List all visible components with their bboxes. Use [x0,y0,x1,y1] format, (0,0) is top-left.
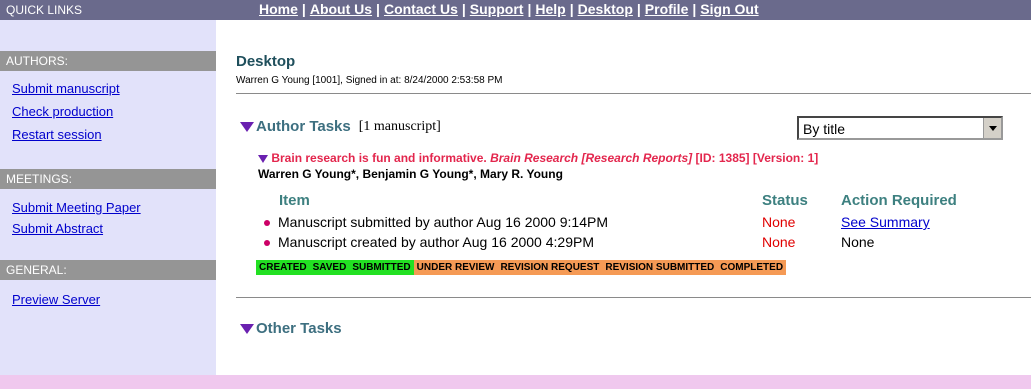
dropdown-button[interactable] [983,118,1001,138]
general-section-title: GENERAL: [0,260,216,280]
meetings-section-title: MEETINGS: [0,169,216,189]
submit-meeting-paper-link[interactable]: Submit Meeting Paper [12,200,141,215]
divider [236,93,1031,94]
stage-completed: COMPLETED [717,260,787,275]
nav-separator: | [376,1,380,17]
submit-manuscript-link[interactable]: Submit manuscript [12,81,120,96]
other-tasks-title[interactable]: Other Tasks [256,320,342,337]
stage-saved: SAVED [309,260,350,275]
quick-links-title: QUICK LINKS [0,0,216,20]
status-value: None [762,234,796,250]
nav-sign-out-link[interactable]: Sign Out [700,1,758,17]
list-item: Manuscript submitted by author Aug 16 20… [264,214,608,230]
nav-separator: | [569,1,574,17]
check-production-link[interactable]: Check production [12,104,113,119]
manuscript-id: [ID: 1385] [695,151,750,165]
page-title: Desktop [236,53,296,70]
item-text: Manuscript created by author Aug 16 2000… [278,234,594,250]
nav-separator: | [636,1,641,17]
triangle-down-icon[interactable] [258,154,268,163]
column-header-status: Status [762,192,808,209]
manuscript-version: [Version: 1] [752,151,819,165]
manuscript-authors: Warren G Young*, Benjamin G Young*, Mary… [258,167,563,181]
submit-abstract-link[interactable]: Submit Abstract [12,221,103,236]
manuscript-title: Brain research is fun and informative. [271,151,487,165]
workflow-status-strip: CREATED SAVED SUBMITTED UNDER REVIEW REVISIO… [256,260,787,275]
bullet-icon [264,220,270,227]
nav-separator: | [301,1,306,17]
status-value: None [762,214,796,230]
triangle-down-icon[interactable] [240,323,254,334]
other-tasks-header[interactable]: Other Tasks [240,320,342,337]
see-summary-link[interactable]: See Summary [841,214,930,230]
nav-desktop-link[interactable]: Desktop [578,1,633,17]
nav-profile-link[interactable]: Profile [645,1,689,17]
nav-help-link[interactable]: Help [535,1,565,17]
column-header-item: Item [279,192,310,209]
author-tasks-header[interactable]: Author Tasks [1 manuscript] [240,118,441,135]
chevron-down-icon [988,126,997,131]
nav-support-link[interactable]: Support [470,1,524,17]
divider [236,297,1031,298]
sort-select[interactable]: By title [797,116,1003,140]
restart-session-link[interactable]: Restart session [12,127,102,142]
manuscript-count: [1 manuscript] [358,118,441,134]
nav-separator: | [692,1,697,17]
author-tasks-title[interactable]: Author Tasks [256,118,351,135]
bullet-icon [264,240,270,247]
stage-submitted: SUBMITTED [349,260,414,275]
stage-revision-submitted: REVISION SUBMITTED [602,260,718,275]
action-value: None [841,234,875,250]
column-header-action: Action Required [841,192,957,209]
stage-under-review: UNDER REVIEW [413,260,498,275]
footer-strip [0,375,1031,389]
sort-select-value: By title [803,121,846,137]
manuscript-title-line[interactable]: Brain research is fun and informative. B… [258,151,818,165]
signin-info: Warren G Young [1001], Signed in at: 8/2… [236,75,503,86]
main-content: Desktop Warren G Young [1001], Signed in… [216,20,1031,375]
nav-separator: | [527,1,532,17]
triangle-down-icon[interactable] [240,121,254,132]
stage-revision-request: REVISION REQUEST [497,260,603,275]
list-item: Manuscript created by author Aug 16 2000… [264,234,594,250]
nav-separator: | [461,1,466,17]
authors-section-title: AUTHORS: [0,51,216,71]
top-nav-links: Home | About Us | Contact Us | Support | Help | De… [259,1,759,17]
journal-name: Brain Research [Research Reports] [490,151,693,165]
nav-home-link[interactable]: Home [259,1,298,17]
nav-about-us-link[interactable]: About Us [310,1,372,17]
preview-server-link[interactable]: Preview Server [12,292,100,307]
item-text: Manuscript submitted by author Aug 16 20… [278,214,608,230]
sidebar: QUICK LINKS AUTHORS: Submit manuscript C… [0,0,216,375]
top-nav-bar: Home | About Us | Contact Us | Support | Help | De… [216,0,1031,20]
stage-created: CREATED [256,260,310,275]
nav-contact-us-link[interactable]: Contact Us [384,1,458,17]
